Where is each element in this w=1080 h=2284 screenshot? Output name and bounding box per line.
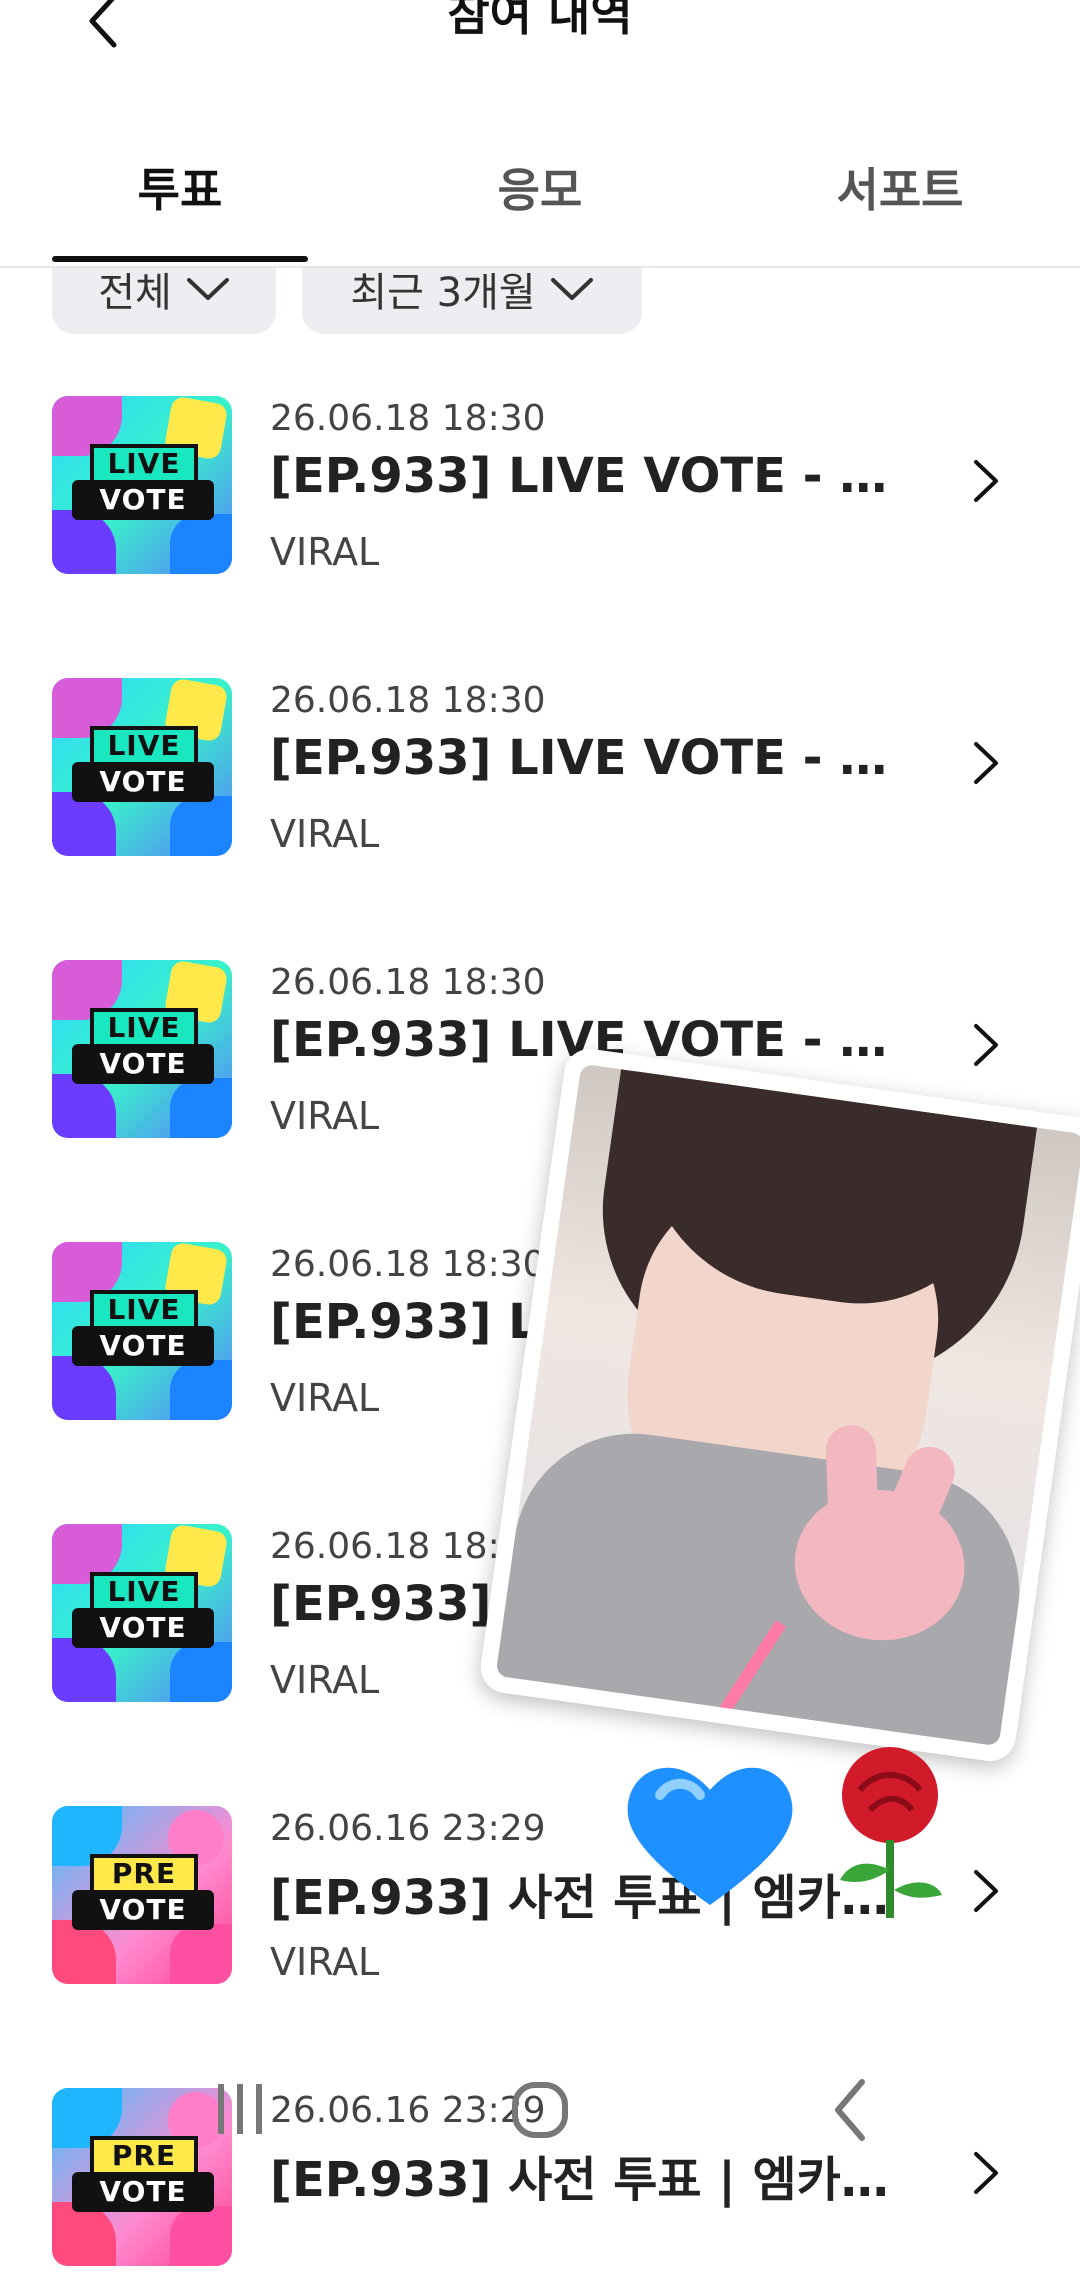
- live-vote-thumbnail: LIVE VOTE: [52, 396, 232, 574]
- tab-vote[interactable]: 투표: [0, 154, 360, 220]
- chevron-down-icon: [186, 278, 229, 300]
- recent-apps-icon[interactable]: [200, 2070, 280, 2150]
- header: 참여 내역 투표 응모 서포트: [0, 0, 1080, 268]
- list-item[interactable]: LIVE VOTE 26.06.18 18:30 [EP.933] LIVE VO…: [0, 392, 1080, 592]
- filter-label: 전체: [98, 270, 172, 316]
- item-subtitle: VIRAL: [270, 1094, 380, 1138]
- back-icon[interactable]: [810, 2070, 890, 2150]
- item-subtitle: VIRAL: [270, 812, 380, 856]
- tab-bar: 투표 응모 서포트: [0, 130, 1080, 268]
- live-vote-thumbnail: LIVE VOTE: [52, 960, 232, 1138]
- blue-heart-icon: [627, 1767, 793, 1905]
- chevron-right-icon: [974, 460, 998, 502]
- live-vote-thumbnail: LIVE VOTE: [52, 1242, 232, 1420]
- item-date: 26.06.16 23:29: [270, 1808, 546, 1849]
- live-vote-thumbnail: LIVE VOTE: [52, 678, 232, 856]
- chevron-down-icon: [550, 278, 593, 300]
- rose-icon: [840, 1747, 942, 1918]
- live-vote-thumbnail: LIVE VOTE: [52, 1524, 232, 1702]
- photo-sticker: [477, 1045, 1080, 1765]
- item-date: 26.06.18 18:30: [270, 962, 546, 1003]
- item-title: [EP.933] LIVE VOTE - M ...: [270, 448, 900, 504]
- home-icon[interactable]: [500, 2070, 580, 2150]
- pre-vote-thumbnail: PRE VOTE: [52, 1806, 232, 1984]
- tab-support[interactable]: 서포트: [720, 154, 1080, 220]
- item-subtitle: VIRAL: [270, 1376, 380, 1420]
- page-title: 참여 내역: [447, 0, 633, 41]
- list-item[interactable]: LIVE VOTE 26.06.18 18:30 [EP.933] LIVE VO…: [0, 674, 1080, 874]
- item-date: 26.06.18 18:30: [270, 680, 546, 721]
- portrait-image: [495, 1063, 1080, 1747]
- item-date: 26.06.18 18:30: [270, 398, 546, 439]
- system-nav-bar: [0, 2060, 1080, 2160]
- item-title: [EP.933] 사전 투표 | 엠카운...: [270, 1870, 900, 1926]
- item-subtitle: VIRAL: [270, 530, 380, 574]
- item-title: [EP.933] LIVE VOTE - M ...: [270, 730, 900, 786]
- chevron-right-icon: [974, 742, 998, 784]
- chevron-right-icon: [974, 1870, 998, 1912]
- filter-label: 최근 3개월: [350, 270, 536, 316]
- bunny-plush-image: [752, 1415, 992, 1672]
- active-tab-indicator: [52, 256, 308, 262]
- tab-entry[interactable]: 응모: [360, 154, 720, 220]
- item-date: 26.06.18 18:30: [270, 1244, 546, 1285]
- chevron-right-icon: [974, 1024, 998, 1066]
- item-subtitle: VIRAL: [270, 1940, 380, 1984]
- item-subtitle: VIRAL: [270, 1658, 380, 1702]
